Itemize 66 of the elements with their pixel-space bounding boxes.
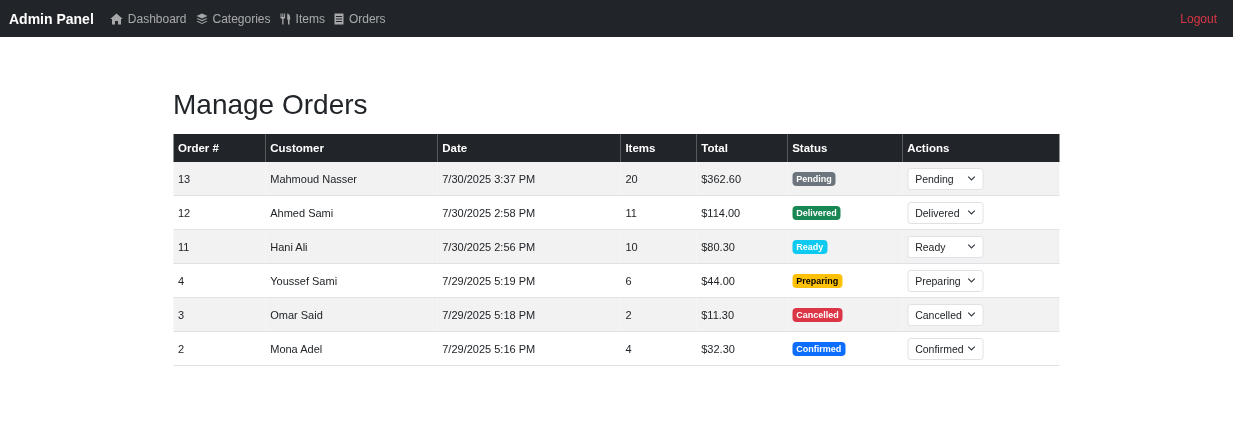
nav-link[interactable]: Dashboard [109, 11, 187, 26]
logout-link[interactable]: Logout [1180, 11, 1217, 26]
status-badge: Pending [792, 171, 836, 186]
table-cell: 6 [620, 263, 697, 298]
nav-link[interactable]: Orders [333, 11, 386, 26]
chevron-icon [967, 278, 976, 283]
status-badge: Ready [792, 239, 828, 254]
table-cell: Ahmed Sami [265, 195, 438, 230]
table-cell: 7/29/2025 5:16 PM [437, 331, 621, 366]
table-cell: 4 [620, 331, 697, 366]
status-select[interactable]: Ready [907, 235, 984, 258]
table-cell: $114.00 [696, 195, 788, 230]
table-cell: $80.30 [696, 229, 788, 264]
status-badge: Cancelled [792, 307, 843, 322]
table-cell: $44.00 [696, 263, 788, 298]
table-cell: 11 [620, 195, 697, 230]
table-cell: Mahmoud Nasser [265, 162, 438, 196]
table-cell: Omar Said [265, 297, 438, 332]
table-cell: 2 [620, 297, 697, 332]
chevron-icon [967, 244, 976, 249]
column-header: Order # [173, 134, 266, 162]
table-cell: Hani Ali [265, 229, 438, 264]
chevron-icon [967, 346, 976, 351]
table-cell: 12 [173, 195, 266, 230]
table-cell: $11.30 [696, 297, 788, 332]
table-cell: Mona Adel [265, 331, 438, 366]
table-cell: 20 [620, 162, 697, 196]
receipt-icon [333, 12, 344, 25]
table-cell: $32.30 [696, 331, 788, 366]
status-select[interactable]: Cancelled [907, 303, 984, 326]
table-cell: 7/30/2025 3:37 PM [437, 162, 621, 196]
nav-link[interactable]: Categories [195, 11, 271, 26]
column-header: Customer [265, 134, 438, 162]
table-cell: 7/30/2025 2:58 PM [437, 195, 621, 230]
table-cell: Youssef Sami [265, 263, 438, 298]
table-cell: 2 [173, 331, 266, 366]
nav-link[interactable]: Items [279, 11, 325, 26]
chevron-icon [967, 176, 976, 181]
table-cell: 10 [620, 229, 697, 264]
table-cell: 13 [173, 162, 266, 196]
status-badge: Delivered [792, 205, 841, 220]
table-cell: 11 [173, 229, 266, 264]
column-header: Actions [902, 134, 1059, 162]
chevron-icon [967, 312, 976, 317]
status-select[interactable]: Preparing [907, 269, 984, 292]
table-cell: 7/29/2025 5:18 PM [437, 297, 621, 332]
table-cell: 4 [173, 263, 266, 298]
home-icon [109, 12, 123, 25]
column-header: Total [696, 134, 788, 162]
table-cell: 3 [173, 297, 266, 332]
layers-icon [195, 12, 208, 25]
utensils-icon [279, 12, 291, 25]
status-select[interactable]: Delivered [907, 201, 984, 224]
page-title: Manage Orders [173, 88, 369, 122]
table-cell: 7/30/2025 2:56 PM [437, 229, 621, 264]
status-select[interactable]: Confirmed [907, 337, 984, 360]
status-select[interactable]: Pending [907, 167, 984, 190]
column-header: Items [620, 134, 697, 162]
table-cell: 7/29/2025 5:19 PM [437, 263, 621, 298]
column-header: Date [437, 134, 621, 162]
status-badge: Preparing [792, 273, 843, 288]
status-badge: Confirmed [792, 341, 846, 356]
chevron-icon [967, 210, 976, 215]
column-header: Status [787, 134, 903, 162]
brand-title: Admin Panel [9, 10, 94, 27]
table-cell: $362.60 [696, 162, 788, 196]
